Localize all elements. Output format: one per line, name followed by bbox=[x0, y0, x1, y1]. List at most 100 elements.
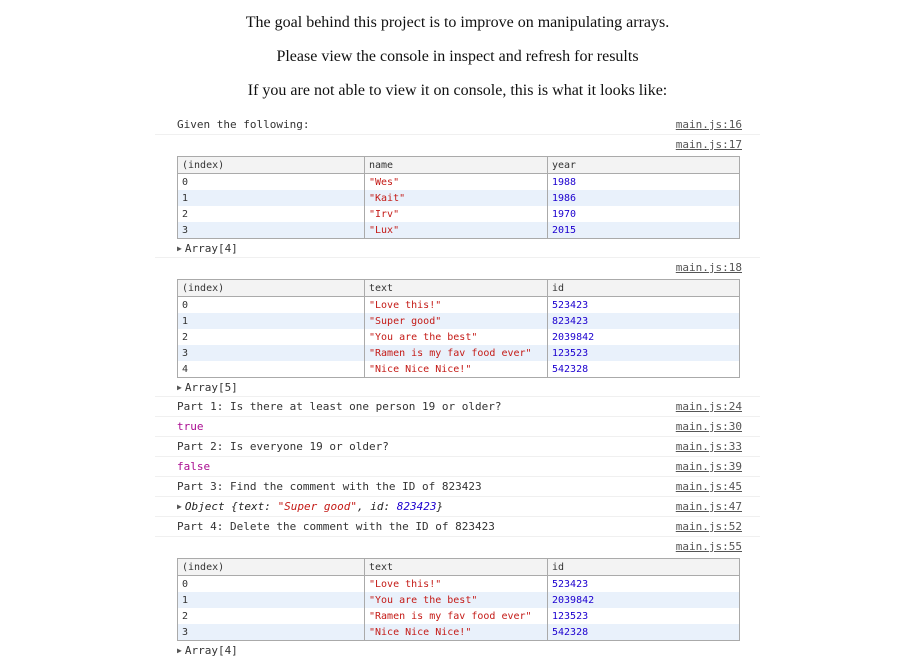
expand-triangle-icon[interactable]: ▶ bbox=[177, 502, 182, 511]
table-row: 3 "Ramen is my fav food ever" 123523 bbox=[177, 345, 740, 361]
name-cell: "Kait" bbox=[364, 190, 548, 206]
name-cell: "Lux" bbox=[364, 222, 548, 239]
source-link[interactable]: main.js:39 bbox=[676, 457, 742, 476]
console-message: Part 2: Is everyone 19 or older? bbox=[177, 440, 389, 453]
column-header[interactable]: id bbox=[547, 558, 740, 576]
array-summary-label: Array[4] bbox=[184, 644, 238, 657]
object-key: text: bbox=[237, 500, 278, 513]
column-header[interactable]: (index) bbox=[177, 279, 365, 297]
text-cell: "Ramen is my fav food ever" bbox=[364, 345, 548, 361]
index-cell: 4 bbox=[177, 361, 365, 378]
boolean-result: true bbox=[177, 420, 204, 433]
console-line-result1: true main.js:30 bbox=[155, 417, 760, 437]
table-row: 1 "Super good" 823423 bbox=[177, 313, 740, 329]
table-row: 1 "You are the best" 2039842 bbox=[177, 592, 740, 608]
id-cell: 2039842 bbox=[547, 329, 740, 345]
console-line-part3: Part 3: Find the comment with the ID of … bbox=[155, 477, 760, 497]
source-link[interactable]: main.js:30 bbox=[676, 417, 742, 436]
object-suffix: } bbox=[436, 500, 444, 513]
console-message: Part 3: Find the comment with the ID of … bbox=[177, 480, 482, 493]
console-message: Part 1: Is there at least one person 19 … bbox=[177, 400, 502, 413]
index-cell: 0 bbox=[177, 296, 365, 313]
year-cell: 1986 bbox=[547, 190, 740, 206]
intro-line-2: Please view the console in inspect and r… bbox=[276, 48, 639, 65]
source-link[interactable]: main.js:47 bbox=[676, 497, 742, 516]
column-header[interactable]: (index) bbox=[177, 156, 365, 174]
column-header[interactable]: text bbox=[364, 279, 548, 297]
text-cell: "You are the best" bbox=[364, 329, 548, 345]
array-summary[interactable]: ▶ Array[5] bbox=[155, 380, 760, 395]
source-link[interactable]: main.js:18 bbox=[676, 258, 742, 277]
index-cell: 1 bbox=[177, 313, 365, 329]
remaining-table-block: (index) text id 0 "Love this!" 523423 1 … bbox=[155, 558, 760, 658]
table-row: 0 "Love this!" 523423 bbox=[177, 575, 740, 592]
comments-table: (index) text id 0 "Love this!" 523423 1 … bbox=[177, 279, 740, 378]
source-link[interactable]: main.js:17 bbox=[676, 135, 742, 154]
index-cell: 2 bbox=[177, 329, 365, 345]
id-cell: 123523 bbox=[547, 608, 740, 624]
table-row: 1 "Kait" 1986 bbox=[177, 190, 740, 206]
object-value: "Super good" bbox=[277, 500, 358, 513]
column-header[interactable]: (index) bbox=[177, 558, 365, 576]
table-header-row: (index) text id bbox=[177, 279, 740, 297]
year-cell: 2015 bbox=[547, 222, 740, 239]
column-header[interactable]: text bbox=[364, 558, 548, 576]
people-table-block: (index) name year 0 "Wes" 1988 1 "Kait" … bbox=[155, 156, 760, 258]
console-line-result3[interactable]: ▶ Object {text: "Super good", id: 823423}… bbox=[155, 497, 760, 517]
array-summary[interactable]: ▶ Array[4] bbox=[155, 643, 760, 658]
console-line-part1: Part 1: Is there at least one person 19 … bbox=[155, 397, 760, 417]
table-header-row: (index) name year bbox=[177, 156, 740, 174]
array-summary[interactable]: ▶ Array[4] bbox=[155, 241, 760, 256]
text-cell: "Love this!" bbox=[364, 296, 548, 313]
id-cell: 823423 bbox=[547, 313, 740, 329]
index-cell: 1 bbox=[177, 592, 365, 608]
table-row: 3 "Nice Nice Nice!" 542328 bbox=[177, 624, 740, 641]
table-row: 2 "Ramen is my fav food ever" 123523 bbox=[177, 608, 740, 624]
id-cell: 542328 bbox=[547, 361, 740, 378]
remaining-comments-table: (index) text id 0 "Love this!" 523423 1 … bbox=[177, 558, 740, 641]
source-link[interactable]: main.js:16 bbox=[676, 115, 742, 134]
comments-table-block: (index) text id 0 "Love this!" 523423 1 … bbox=[155, 279, 760, 397]
table-row: 2 "Irv" 1970 bbox=[177, 206, 740, 222]
console-line-given: Given the following: main.js:16 bbox=[155, 115, 760, 135]
id-cell: 123523 bbox=[547, 345, 740, 361]
index-cell: 2 bbox=[177, 608, 365, 624]
console-line-src55: main.js:55 bbox=[155, 537, 760, 556]
column-header[interactable]: year bbox=[547, 156, 740, 174]
index-cell: 3 bbox=[177, 222, 365, 239]
console-message: Given the following: bbox=[177, 118, 310, 131]
text-cell: "Love this!" bbox=[364, 575, 548, 592]
source-link[interactable]: main.js:55 bbox=[676, 537, 742, 556]
index-cell: 0 bbox=[177, 575, 365, 592]
expand-triangle-icon[interactable]: ▶ bbox=[177, 646, 182, 655]
table-row: 3 "Lux" 2015 bbox=[177, 222, 740, 239]
column-header[interactable]: name bbox=[364, 156, 548, 174]
intro-line-3: If you are not able to view it on consol… bbox=[247, 82, 668, 99]
id-cell: 523423 bbox=[547, 296, 740, 313]
text-cell: "Ramen is my fav food ever" bbox=[364, 608, 548, 624]
object-prefix: Object { bbox=[184, 500, 238, 513]
object-separator: , bbox=[357, 500, 371, 513]
index-cell: 1 bbox=[177, 190, 365, 206]
source-link[interactable]: main.js:24 bbox=[676, 397, 742, 416]
source-link[interactable]: main.js:33 bbox=[676, 437, 742, 456]
console-line-src18: main.js:18 bbox=[155, 258, 760, 277]
expand-triangle-icon[interactable]: ▶ bbox=[177, 383, 182, 392]
table-header-row: (index) text id bbox=[177, 558, 740, 576]
id-cell: 542328 bbox=[547, 624, 740, 641]
source-link[interactable]: main.js:45 bbox=[676, 477, 742, 496]
index-cell: 2 bbox=[177, 206, 365, 222]
object-key: id: bbox=[370, 500, 397, 513]
column-header[interactable]: id bbox=[547, 279, 740, 297]
console-line-result2: false main.js:39 bbox=[155, 457, 760, 477]
name-cell: "Wes" bbox=[364, 173, 548, 190]
text-cell: "Super good" bbox=[364, 313, 548, 329]
source-link[interactable]: main.js:52 bbox=[676, 517, 742, 536]
console-message: Part 4: Delete the comment with the ID o… bbox=[177, 520, 495, 533]
table-row: 0 "Love this!" 523423 bbox=[177, 296, 740, 313]
console-line-src17: main.js:17 bbox=[155, 135, 760, 154]
console-line-part4: Part 4: Delete the comment with the ID o… bbox=[155, 517, 760, 537]
expand-triangle-icon[interactable]: ▶ bbox=[177, 244, 182, 253]
intro-line-1: The goal behind this project is to impro… bbox=[245, 14, 670, 31]
id-cell: 2039842 bbox=[547, 592, 740, 608]
